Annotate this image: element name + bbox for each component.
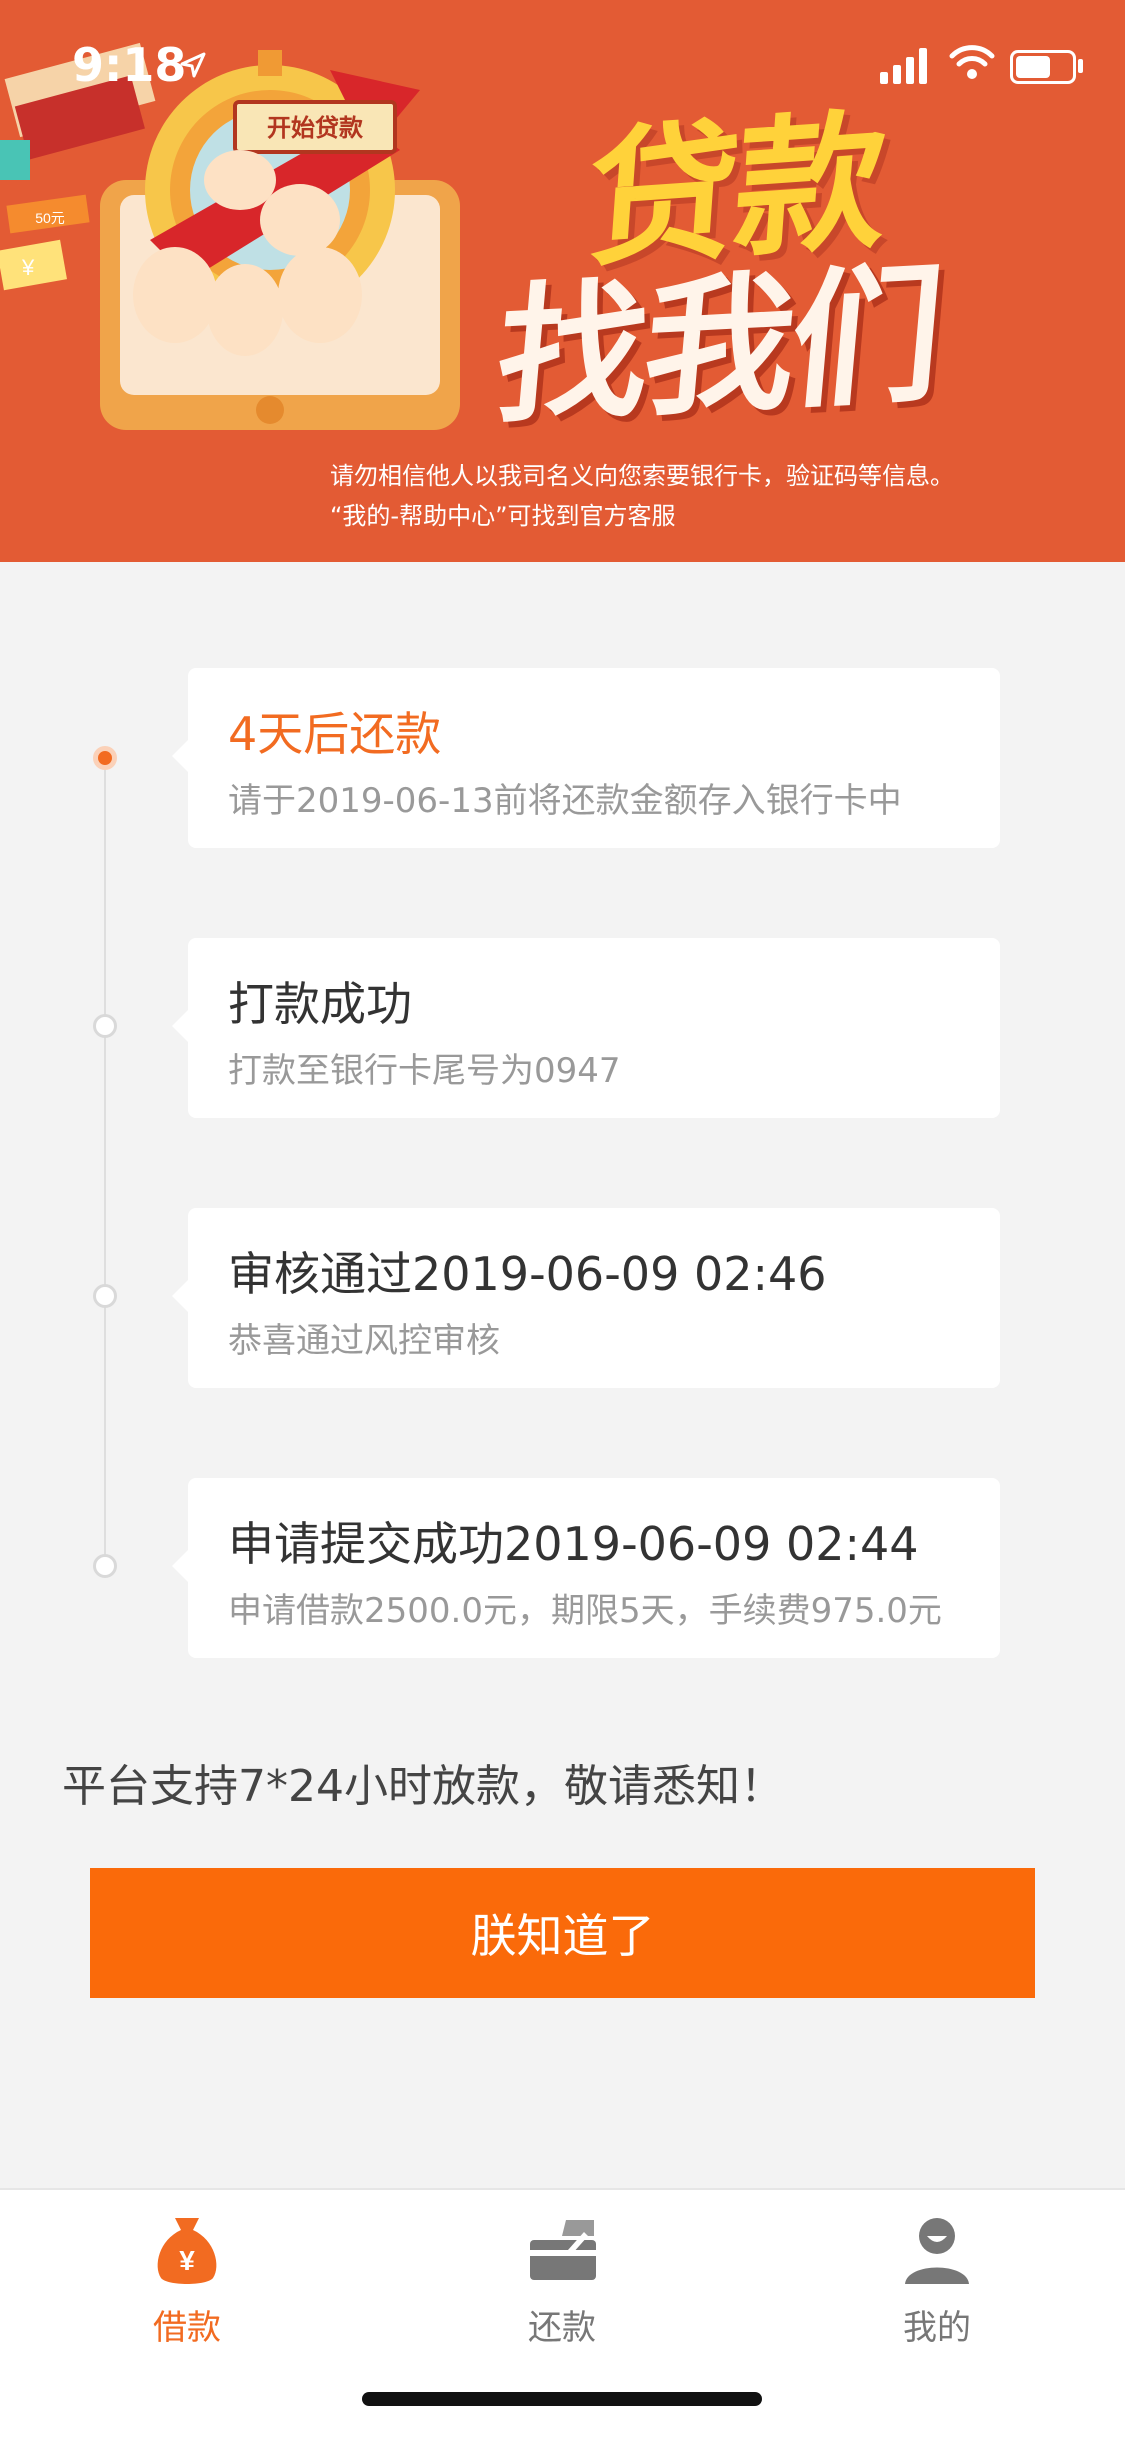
tab-repay-label: 还款 <box>528 2308 596 2348</box>
timeline-card-application: 申请提交成功2019-06-09 02:44 申请借款2500.0元，期限5天，… <box>172 1478 1000 1658</box>
timeline-line <box>104 760 106 1566</box>
tab-mine-label: 我的 <box>903 2308 971 2348</box>
user-icon <box>905 2218 969 2284</box>
timeline-subtitle: 打款至银行卡尾号为0947 <box>228 1051 621 1091</box>
timeline-card-repayment: 4天后还款 请于2019-06-13前将还款金额存入银行卡中 <box>172 668 1000 848</box>
cellular-signal-icon <box>880 48 927 84</box>
timeline-title: 打款成功 <box>228 977 412 1031</box>
card-pen-icon <box>530 2220 596 2280</box>
battery-icon <box>1010 50 1076 84</box>
banner-notice-line1: 请勿相信他人以我司名义向您索要银行卡，验证码等信息。 <box>330 462 954 490</box>
coupon-text: 50元 <box>35 210 65 226</box>
banner-notice-line2: “我的-帮助中心”可找到官方客服 <box>330 502 676 530</box>
tab-borrow[interactable]: ¥ 借款 <box>87 2210 287 2349</box>
tab-repay[interactable]: 还款 <box>462 2210 662 2349</box>
money-bag-icon: ¥ <box>157 2218 217 2284</box>
svg-text:¥: ¥ <box>179 2245 195 2276</box>
support-note: 平台支持7*24小时放款，敬请悉知！ <box>62 1761 784 1812</box>
home-indicator[interactable] <box>362 2392 762 2406</box>
timeline-title: 申请提交成功2019-06-09 02:44 <box>228 1517 919 1571</box>
location-arrow-icon <box>180 52 206 78</box>
timeline-subtitle: 请于2019-06-13前将还款金额存入银行卡中 <box>228 781 902 821</box>
status-time: 9:18 <box>72 38 187 92</box>
battery-cap <box>1078 59 1083 73</box>
timeline-title: 审核通过2019-06-09 02:46 <box>228 1247 827 1301</box>
tab-borrow-label: 借款 <box>153 2308 221 2348</box>
confirm-button[interactable]: 朕知道了 <box>90 1868 1035 1998</box>
timeline-card-payout: 打款成功 打款至银行卡尾号为0947 <box>172 938 1000 1118</box>
banner-title-line2: 找我们 <box>489 248 946 446</box>
timeline-card-review: 审核通过2019-06-09 02:46 恭喜通过风控审核 <box>172 1208 1000 1388</box>
promo-banner[interactable]: 开始贷款 50元 ¥ 贷款 找我们 请勿相信他人以我司名义向您索要银行卡，验证码… <box>0 0 1125 562</box>
timeline-dot <box>93 1014 117 1038</box>
tab-mine[interactable]: 我的 <box>837 2210 1037 2349</box>
timeline-dot-active <box>93 746 117 770</box>
timeline-title: 4天后还款 <box>228 707 442 761</box>
wifi-icon <box>949 45 995 79</box>
timeline-dot <box>93 1554 117 1578</box>
timeline-subtitle: 恭喜通过风控审核 <box>228 1321 500 1361</box>
timeline-subtitle: 申请借款2500.0元，期限5天，手续费975.0元 <box>228 1591 942 1631</box>
status-bar: 9:18 <box>0 0 1125 130</box>
timeline-dot <box>93 1284 117 1308</box>
yen-symbol: ¥ <box>21 255 35 280</box>
